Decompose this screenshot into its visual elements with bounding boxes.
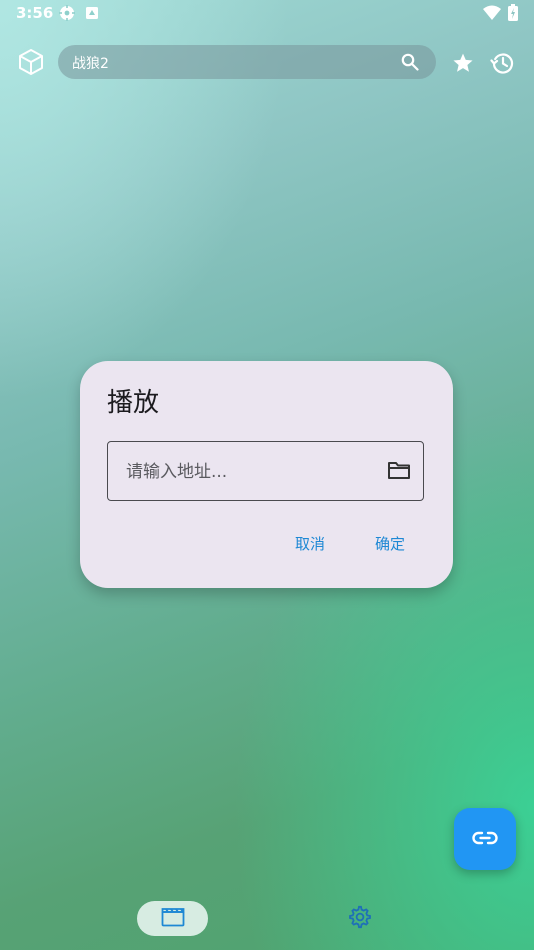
address-field[interactable] — [107, 441, 424, 501]
nav-item-settings[interactable] — [346, 905, 374, 933]
notification-box-icon — [85, 5, 99, 24]
battery-icon — [508, 4, 518, 25]
clapperboard-icon — [161, 907, 185, 931]
search-query[interactable]: 战狼2 — [72, 53, 109, 73]
star-icon[interactable] — [450, 50, 476, 76]
cancel-button[interactable]: 取消 — [287, 529, 333, 558]
search-bar[interactable]: 战狼2 — [58, 45, 436, 79]
dialog-title: 播放 — [107, 388, 160, 418]
wifi-icon — [483, 5, 501, 24]
nav-item-videos[interactable] — [137, 901, 208, 936]
history-icon[interactable] — [488, 48, 518, 78]
gear-icon — [348, 905, 372, 933]
link-fab-button[interactable] — [454, 808, 516, 870]
cube-icon[interactable] — [15, 46, 47, 78]
search-icon[interactable] — [400, 52, 420, 72]
link-icon — [472, 830, 498, 849]
confirm-button[interactable]: 确定 — [367, 529, 413, 558]
status-time: 3:56 — [16, 4, 54, 22]
address-input[interactable] — [124, 442, 378, 501]
location-gear-icon — [59, 5, 75, 25]
folder-icon[interactable] — [386, 459, 412, 481]
play-dialog: 播放 取消 确定 — [80, 361, 453, 588]
status-bar: 3:56 — [0, 0, 534, 28]
top-bar: 战狼2 — [0, 44, 534, 82]
